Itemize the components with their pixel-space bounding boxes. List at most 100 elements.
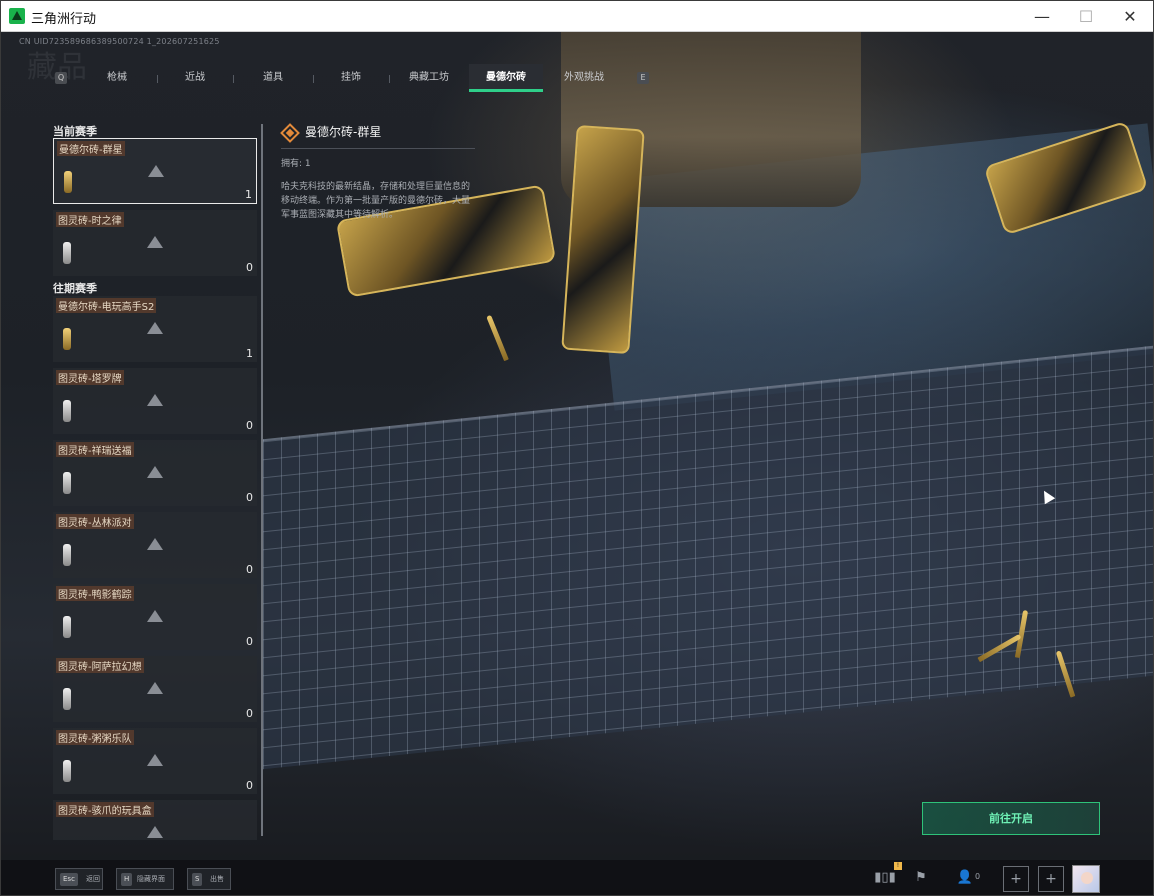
item-name: 图灵砖-鸭影鹤踪 <box>56 586 134 601</box>
flag-icon[interactable]: ⚑ <box>909 866 933 890</box>
background-cutting-mat <box>263 344 1153 770</box>
delta-logo-icon <box>147 236 163 248</box>
tab-next-key[interactable]: E <box>637 72 649 84</box>
silver-brick-icon <box>63 472 71 494</box>
item-name: 图灵砖-塔罗牌 <box>56 370 124 385</box>
tab-guns[interactable]: 枪械 <box>79 64 155 92</box>
tab-separator <box>313 75 314 83</box>
item-count: 0 <box>246 261 253 274</box>
item-name: 图灵砖-祥瑞送福 <box>56 442 134 457</box>
delta-logo-icon <box>147 610 163 622</box>
close-button[interactable]: ✕ <box>1107 1 1153 31</box>
game-viewport: 藏品 CN UID723589686389500724 1_2026072516… <box>1 32 1153 895</box>
silver-brick-icon <box>63 760 71 782</box>
item-count: 1 <box>246 347 253 360</box>
title-bar: 三角洲行动 — ☐ ✕ <box>1 1 1153 32</box>
silver-brick-icon <box>63 616 71 638</box>
silver-brick-icon <box>63 242 71 264</box>
app-logo-icon <box>9 8 25 24</box>
item-count: 0 <box>246 491 253 504</box>
uid-text: CN UID723589686389500724 1_202607251625 <box>19 37 220 46</box>
hide-ui-button[interactable]: H 隐藏界面 <box>116 868 174 890</box>
detail-title: 曼德尔砖-群星 <box>305 125 382 139</box>
item-name: 曼德尔砖-电玩高手S2 <box>56 298 157 313</box>
hide-ui-label: 隐藏界面 <box>137 875 165 883</box>
item-name: 图灵砖-骇爪的玩具盒 <box>56 802 154 817</box>
brick-list: 当前赛季 曼德尔砖-群星 1 图灵砖-时之律 0 往期赛季 曼德尔砖-电玩高手S… <box>53 120 263 840</box>
item-count: 0 <box>246 419 253 432</box>
silver-brick-icon <box>63 400 71 422</box>
tab-separator <box>157 75 158 83</box>
delta-logo-icon <box>148 165 164 177</box>
item-count: 1 <box>245 188 252 201</box>
delta-logo-icon <box>147 826 163 838</box>
item-count: 0 <box>246 779 253 792</box>
bullet-prop <box>486 314 509 362</box>
s-key: S <box>192 873 203 886</box>
delta-logo-icon <box>147 322 163 334</box>
list-item[interactable]: 图灵砖-粥粥乐队 0 <box>53 728 257 794</box>
h-key: H <box>121 873 133 886</box>
detail-description: 哈夫克科技的最新结晶，存储和处理巨量信息的移动终端。作为第一批量产版的曼德尔砖，… <box>281 182 471 220</box>
list-item[interactable]: 图灵砖-祥瑞送福 0 <box>53 440 257 506</box>
silver-brick-icon <box>63 688 71 710</box>
sell-label: 出售 <box>210 875 224 883</box>
current-season-heading: 当前赛季 <box>53 125 97 138</box>
item-name: 图灵砖-阿萨拉幻想 <box>56 658 144 673</box>
item-count: 0 <box>246 635 253 648</box>
tab-separator <box>233 75 234 83</box>
item-name: 图灵砖-时之律 <box>56 212 124 227</box>
detail-divider <box>281 148 475 149</box>
diamond-icon <box>280 123 300 143</box>
bottom-bar: Esc 返回 H 隐藏界面 S 出售 ▮▯▮ ! ⚑ 👤 0 + + <box>1 860 1153 895</box>
list-scrollbar[interactable] <box>261 124 263 836</box>
delta-logo-icon <box>147 682 163 694</box>
delta-logo-icon <box>147 394 163 406</box>
delta-logo-icon <box>147 466 163 478</box>
item-name: 图灵砖-粥粥乐队 <box>56 730 134 745</box>
delta-logo-icon <box>147 754 163 766</box>
avatar[interactable] <box>1072 865 1100 893</box>
list-item[interactable]: 图灵砖-骇爪的玩具盒 <box>53 800 257 840</box>
tab-charms[interactable]: 挂饰 <box>315 64 387 92</box>
list-item[interactable]: 图灵砖-丛林派对 0 <box>53 512 257 578</box>
tab-melee[interactable]: 近战 <box>159 64 231 92</box>
notification-badge: ! <box>894 862 902 870</box>
list-item[interactable]: 图灵砖-阿萨拉幻想 0 <box>53 656 257 722</box>
past-season-heading: 往期赛季 <box>53 282 97 295</box>
window-title: 三角洲行动 <box>31 12 97 27</box>
owned-count: 拥有: 1 <box>281 159 311 169</box>
sell-button[interactable]: S 出售 <box>187 868 231 890</box>
go-open-button[interactable]: 前往开启 <box>922 802 1100 835</box>
tab-mandel-brick[interactable]: 曼德尔砖 <box>469 64 543 92</box>
back-button[interactable]: Esc 返回 <box>55 868 103 890</box>
esc-key: Esc <box>60 873 78 886</box>
list-item[interactable]: 图灵砖-时之律 0 <box>53 210 257 276</box>
category-tabs: Q 枪械 近战 道具 挂饰 典藏工坊 曼德尔砖 外观挑战 E <box>55 64 655 94</box>
add-slot-button[interactable]: + <box>1038 866 1064 892</box>
maximize-button[interactable]: ☐ <box>1063 1 1109 31</box>
item-count: 0 <box>246 563 253 576</box>
minimize-button[interactable]: — <box>1019 1 1065 31</box>
add-slot-button[interactable]: + <box>1003 866 1029 892</box>
list-item[interactable]: 曼德尔砖-电玩高手S2 1 <box>53 296 257 362</box>
friend-count: 0 <box>975 872 981 881</box>
gold-brick-icon <box>63 328 71 350</box>
tab-separator <box>389 75 390 83</box>
back-label: 返回 <box>86 875 100 883</box>
tab-appearance-challenge[interactable]: 外观挑战 <box>545 64 623 92</box>
list-item[interactable]: 曼德尔砖-群星 1 <box>53 138 257 204</box>
gold-brick-icon <box>64 171 72 193</box>
tab-items[interactable]: 道具 <box>235 64 311 92</box>
item-count: 0 <box>246 707 253 720</box>
item-name: 曼德尔砖-群星 <box>57 141 125 156</box>
app-window: 三角洲行动 — ☐ ✕ 藏品 CN UID723589686389500724 … <box>0 0 1154 896</box>
list-item[interactable]: 图灵砖-鸭影鹤踪 0 <box>53 584 257 650</box>
delta-logo-icon <box>147 538 163 550</box>
silver-brick-icon <box>63 544 71 566</box>
item-name: 图灵砖-丛林派对 <box>56 514 134 529</box>
list-item[interactable]: 图灵砖-塔罗牌 0 <box>53 368 257 434</box>
tab-collection-workshop[interactable]: 典藏工坊 <box>391 64 467 92</box>
tab-prev-key[interactable]: Q <box>55 72 67 84</box>
friends-icon[interactable]: 👤 <box>953 866 977 890</box>
